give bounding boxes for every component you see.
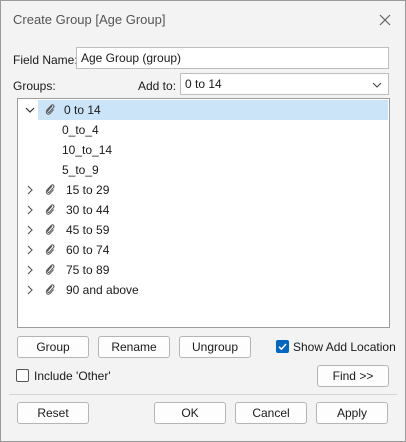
tree-member-row[interactable]: 5_to_9 (18, 160, 389, 180)
paperclip-icon (45, 224, 55, 235)
chevron-right-icon[interactable] (24, 284, 36, 296)
paperclip-icon (45, 244, 55, 255)
tree-group-60-to-74[interactable]: 60 to 74 (18, 240, 389, 260)
add-to-select[interactable]: 0 to 14 (180, 73, 389, 95)
add-to-label: Add to: (138, 79, 177, 93)
tree-member-row[interactable]: 10_to_14 (18, 140, 389, 160)
paperclip-icon (45, 204, 55, 215)
cancel-button[interactable]: Cancel (235, 402, 307, 424)
reset-button[interactable]: Reset (17, 402, 89, 424)
chevron-right-icon[interactable] (24, 184, 36, 196)
field-name-label: Field Name: (13, 53, 78, 67)
tree-group-label: 60 to 74 (66, 243, 110, 257)
apply-button[interactable]: Apply (316, 402, 388, 424)
paperclip-icon (45, 264, 55, 275)
dialog-title: Create Group [Age Group] (13, 12, 166, 27)
tree-group-label: 45 to 59 (66, 223, 110, 237)
ungroup-button[interactable]: Ungroup (179, 336, 251, 358)
chevron-right-icon[interactable] (24, 264, 36, 276)
tree-group-15-to-29[interactable]: 15 to 29 (18, 180, 389, 200)
close-icon[interactable] (375, 10, 395, 30)
field-name-input[interactable]: Age Group (group) (76, 47, 389, 69)
tree-group-label: 15 to 29 (66, 183, 110, 197)
paperclip-icon (45, 184, 55, 195)
tree-group-label: 0 to 14 (64, 103, 101, 117)
tree-member-row[interactable]: 0_to_4 (18, 120, 389, 140)
find-button[interactable]: Find >> (317, 365, 389, 387)
include-other-checkbox[interactable] (16, 369, 29, 382)
show-add-location-checkbox[interactable] (276, 340, 289, 353)
tree-member-label: 0_to_4 (62, 123, 99, 137)
tree-group-90-and-above[interactable]: 90 and above (18, 280, 389, 300)
tree-member-label: 10_to_14 (62, 143, 113, 157)
tree-member-label: 5_to_9 (62, 163, 99, 177)
tree-group-0-to-14[interactable]: 0 to 14 (18, 100, 389, 120)
tree-group-label: 90 and above (66, 283, 139, 297)
chevron-right-icon[interactable] (24, 224, 36, 236)
paperclip-icon (45, 104, 55, 115)
tree-group-75-to-89[interactable]: 75 to 89 (18, 260, 389, 280)
field-name-value: Age Group (group) (81, 51, 182, 65)
groups-label: Groups: (13, 79, 56, 93)
chevron-down-icon (372, 82, 382, 88)
include-other-label[interactable]: Include 'Other' (34, 369, 111, 383)
create-group-dialog: Create Group [Age Group] Field Name: Age… (0, 0, 406, 442)
paperclip-icon (45, 284, 55, 295)
title-bar: Create Group [Age Group] (1, 1, 405, 37)
ok-button[interactable]: OK (154, 402, 226, 424)
tree-group-label: 30 to 44 (66, 203, 110, 217)
rename-button[interactable]: Rename (98, 336, 170, 358)
divider (9, 394, 397, 395)
group-button[interactable]: Group (17, 336, 89, 358)
chevron-right-icon[interactable] (24, 244, 36, 256)
checkmark-icon (278, 343, 287, 351)
chevron-right-icon[interactable] (24, 204, 36, 216)
tree-group-30-to-44[interactable]: 30 to 44 (18, 200, 389, 220)
show-add-location-label[interactable]: Show Add Location (293, 340, 396, 354)
groups-tree[interactable]: 0 to 14 0_to_4 10_to_14 5_to_9 15 to 29 … (17, 98, 390, 328)
add-to-value: 0 to 14 (185, 77, 222, 91)
tree-group-45-to-59[interactable]: 45 to 59 (18, 220, 389, 240)
chevron-down-icon[interactable] (24, 104, 36, 116)
tree-group-label: 75 to 89 (66, 263, 110, 277)
